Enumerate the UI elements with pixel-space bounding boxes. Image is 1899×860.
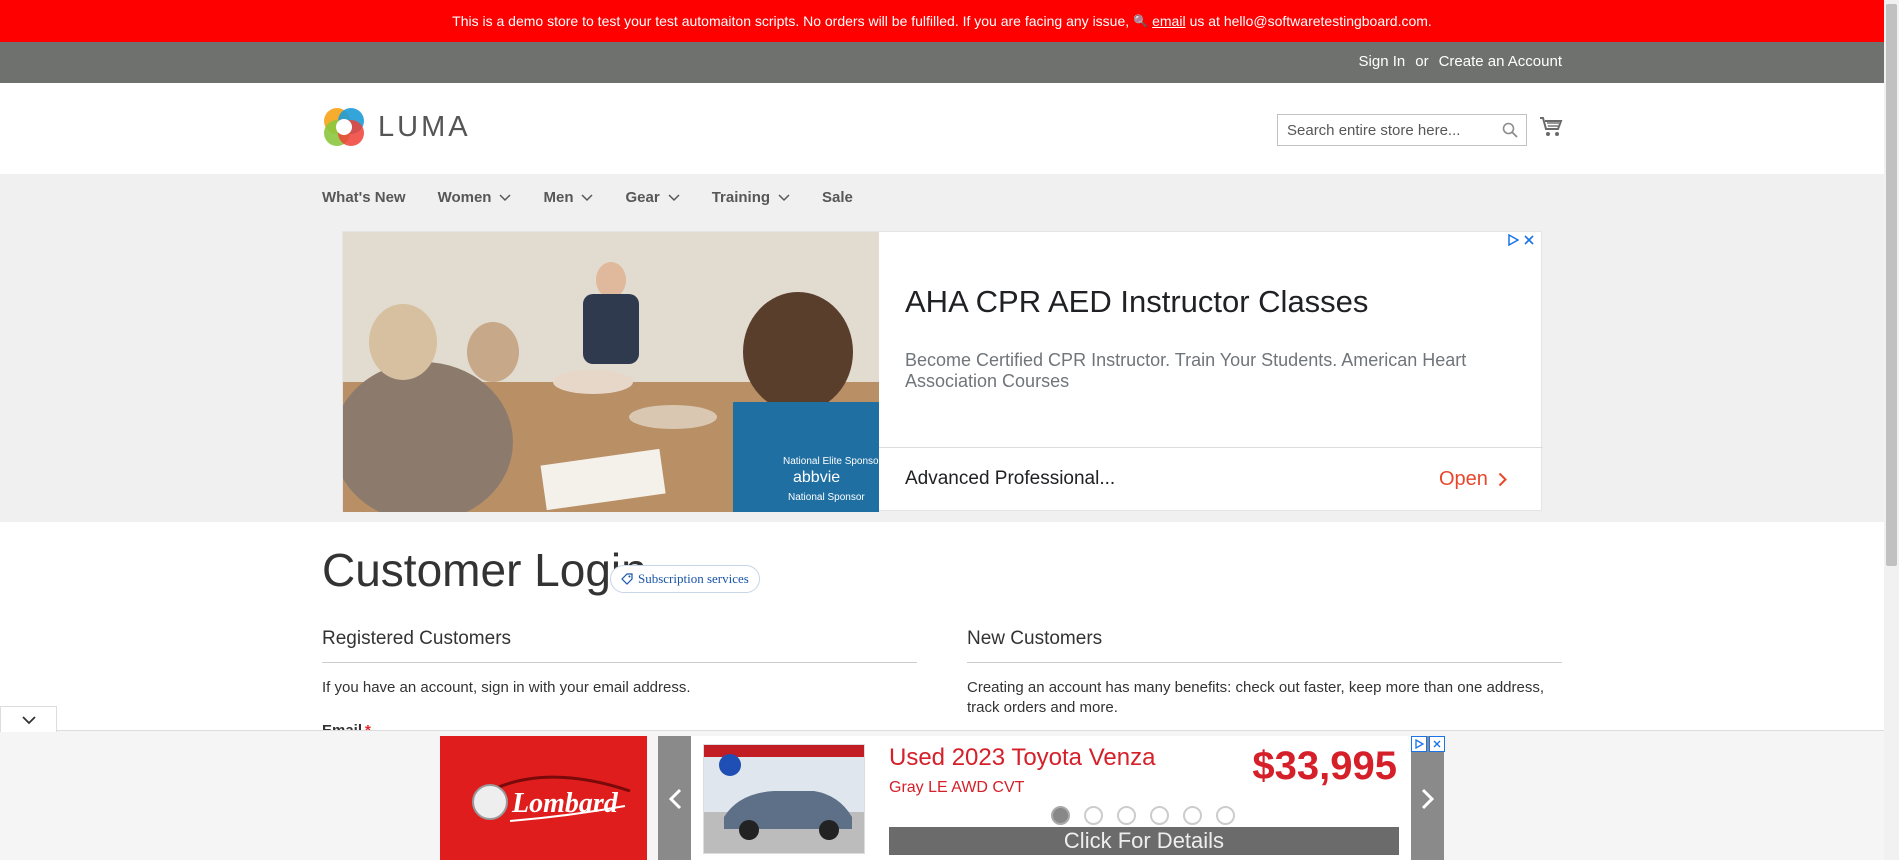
ad-advertiser: Advanced Professional...	[905, 468, 1116, 489]
demo-notice-text: This is a demo store to test your test a…	[452, 13, 1130, 29]
or-separator: or	[1415, 53, 1429, 70]
chevron-down-icon	[21, 715, 36, 724]
header-content: LUMA	[0, 83, 1884, 174]
store-logo[interactable]: LUMA	[322, 105, 471, 149]
close-icon[interactable]	[1429, 736, 1445, 752]
collapse-ad-button[interactable]	[0, 706, 57, 732]
carousel-dot[interactable]	[1183, 806, 1202, 825]
chevron-down-icon	[668, 193, 680, 201]
chevron-right-icon	[1421, 788, 1434, 809]
ad-headline[interactable]: AHA CPR AED Instructor Classes	[905, 284, 1368, 320]
photo-text-1: National Elite Sponso	[783, 456, 879, 467]
nav-label: Sale	[822, 189, 853, 206]
luma-logo-icon	[324, 108, 364, 146]
chevron-left-icon	[668, 788, 681, 809]
lombard-logo-graphic: Lombard	[472, 775, 631, 822]
nav-label: Gear	[625, 189, 660, 206]
new-customers-block: New Customers Creating an account has ma…	[967, 628, 1562, 718]
logo-text: LUMA	[378, 110, 471, 143]
nav-label: What's New	[322, 189, 406, 206]
sign-in-link[interactable]: Sign In	[1359, 53, 1406, 70]
page-scrollbar[interactable]	[1884, 0, 1899, 860]
adchoices-icon[interactable]	[1411, 736, 1427, 752]
header-panel: Sign In or Create an Account	[0, 42, 1884, 83]
car-photo-graphic	[704, 745, 864, 853]
nav-label: Training	[711, 189, 771, 206]
subscription-services-label: Subscription services	[638, 571, 749, 586]
carousel-prev-button[interactable]	[658, 736, 691, 860]
car-slide[interactable]: Used 2023 Toyota Venza Gray LE AWD CVT $…	[691, 736, 1411, 860]
carousel-dot[interactable]	[1117, 806, 1136, 825]
page-title: Customer Login	[322, 544, 647, 596]
bottom-ad-banner: Lombard Used 2023 Toyota Venza Gray LE A…	[0, 730, 1884, 860]
subscription-services-pill[interactable]: Subscription services	[610, 565, 760, 593]
scrollbar-thumb[interactable]	[1886, 4, 1897, 566]
tag-icon	[621, 573, 633, 585]
bottom-ad-choices[interactable]	[1411, 736, 1445, 752]
demo-notice-bar: This is a demo store to test your test a…	[0, 0, 1884, 42]
carousel-dot[interactable]	[1150, 806, 1169, 825]
nav-item-sale[interactable]: Sale	[822, 189, 853, 206]
create-account-link[interactable]: Create an Account	[1439, 53, 1562, 70]
photo-text-2: abbvie	[793, 469, 840, 486]
adchoices-icon[interactable]	[1507, 234, 1519, 246]
ad-open-button[interactable]: Open	[1439, 468, 1507, 491]
cart-icon	[1540, 117, 1563, 136]
search-box	[1277, 114, 1527, 146]
cart-button[interactable]	[1539, 116, 1563, 143]
magnifier-icon: 🔍	[1133, 14, 1149, 28]
nav-item-men[interactable]: Men	[543, 189, 594, 206]
chevron-down-icon	[581, 193, 594, 201]
car-title: Used 2023 Toyota Venza	[889, 744, 1156, 771]
ad-open-label: Open	[1439, 468, 1488, 490]
lombard-logo[interactable]: Lombard	[440, 736, 647, 860]
nav-label: Women	[437, 189, 492, 206]
new-customers-intro: Creating an account has many benefits: c…	[967, 679, 1545, 716]
search-input[interactable]	[1278, 115, 1488, 145]
main-navigation: What's New Women Men Gear Training Sale	[0, 174, 1884, 221]
chevron-down-icon	[499, 193, 512, 201]
photo-text-3: National Sponsor	[788, 492, 865, 503]
chevron-right-icon	[1498, 472, 1507, 487]
nav-item-whats-new[interactable]: What's New	[322, 189, 406, 206]
carousel-dots	[1051, 806, 1235, 825]
nav-label: Men	[543, 189, 574, 206]
ad-container: National Elite Sponso abbvie National Sp…	[0, 221, 1884, 522]
registered-customers-intro: If you have an account, sign in with you…	[322, 679, 691, 696]
demo-notice-text-after: us at hello@softwaretestingboard.com.	[1189, 13, 1432, 29]
ad-choices[interactable]	[1507, 234, 1535, 246]
new-customers-heading: New Customers	[967, 628, 1562, 663]
demo-email-link[interactable]: email	[1152, 13, 1185, 29]
registered-customers-block: Registered Customers If you have an acco…	[322, 628, 917, 698]
nav-item-gear[interactable]: Gear	[625, 189, 680, 206]
ad-description: Become Certified CPR Instructor. Train Y…	[905, 350, 1467, 391]
click-for-details-button[interactable]: Click For Details	[889, 827, 1399, 855]
nav-item-women[interactable]: Women	[438, 189, 512, 206]
carousel-dot[interactable]	[1084, 806, 1103, 825]
car-subtitle: Gray LE AWD CVT	[889, 779, 1025, 796]
carousel-dot[interactable]	[1216, 806, 1235, 825]
ad-photo: National Elite Sponso abbvie National Sp…	[343, 232, 879, 512]
ad-photo-illustration: National Elite Sponso abbvie National Sp…	[343, 232, 879, 512]
car-price: $33,995	[1252, 744, 1397, 788]
ad-divider	[879, 447, 1543, 448]
car-photo	[703, 744, 865, 854]
display-ad[interactable]: National Elite Sponso abbvie National Sp…	[342, 231, 1543, 512]
chevron-down-icon	[778, 193, 790, 201]
registered-customers-heading: Registered Customers	[322, 628, 917, 663]
close-icon[interactable]	[1523, 234, 1535, 246]
carousel-dot[interactable]	[1051, 806, 1070, 825]
carousel-next-button[interactable]	[1411, 736, 1444, 860]
nav-item-training[interactable]: Training	[712, 189, 790, 206]
search-icon[interactable]	[1502, 122, 1518, 138]
